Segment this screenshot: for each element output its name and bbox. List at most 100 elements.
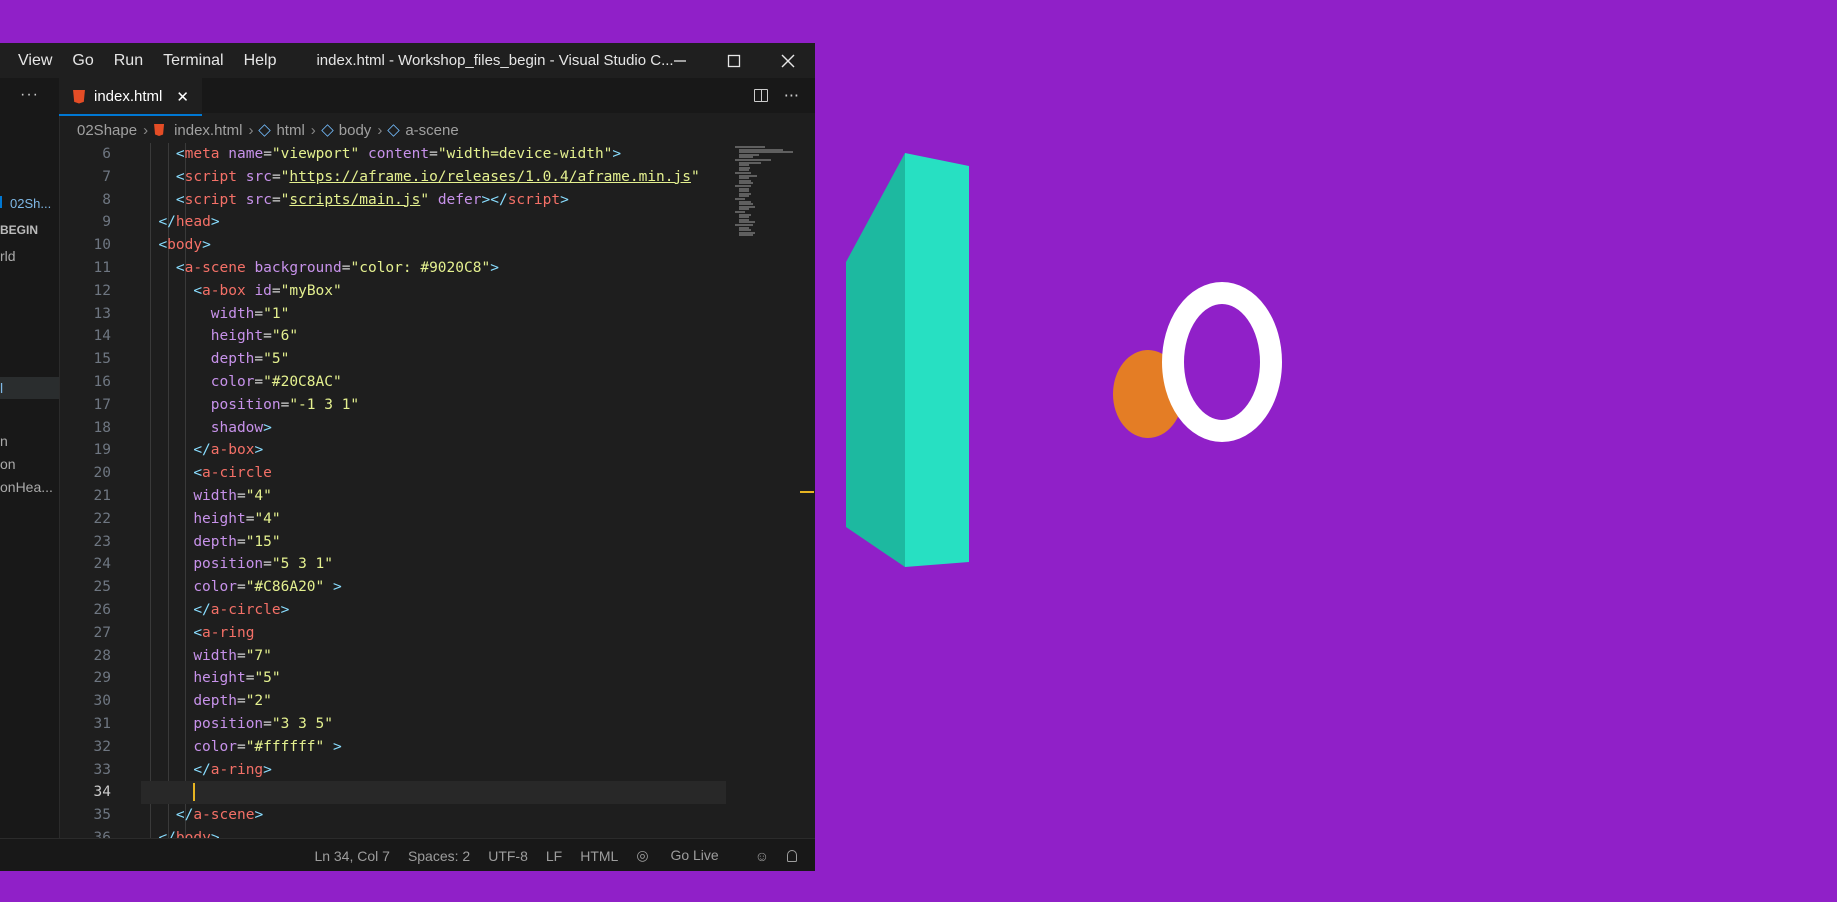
breadcrumb-item[interactable]: html [276, 122, 304, 139]
status-eol[interactable]: LF [546, 848, 562, 864]
code-line[interactable]: 25 color="#C86A20" > [59, 576, 726, 599]
line-number: 11 [93, 260, 111, 276]
minimap[interactable] [733, 146, 799, 266]
line-number: 31 [93, 716, 111, 732]
title-bar: View Go Run Terminal Help index.html - Works… [0, 43, 815, 78]
line-code: position="-1 3 1" [141, 394, 726, 417]
sidebar-item-workspace[interactable]: BEGIN [0, 223, 38, 237]
notifications-bell-icon[interactable] [787, 849, 797, 862]
line-code: </head> [141, 211, 726, 234]
close-icon [781, 54, 795, 67]
code-token: "4" [245, 488, 272, 504]
breadcrumb-item[interactable]: 02Shape [77, 122, 137, 139]
menu-item-view[interactable]: View [0, 52, 62, 70]
status-encoding[interactable]: UTF-8 [488, 848, 528, 864]
code-line[interactable]: 34 [59, 781, 726, 805]
breadcrumb-item[interactable]: a-scene [405, 122, 458, 139]
code-token: > [333, 579, 342, 596]
code-token: shadow [210, 419, 264, 436]
code-line[interactable]: 20 <a-circle [59, 462, 726, 485]
code-token: = [263, 328, 272, 345]
minimize-button[interactable] [653, 43, 707, 78]
code-line[interactable]: 12 <a-box id="myBox" [59, 280, 726, 303]
code-line[interactable]: 10 <body> [59, 234, 726, 257]
code-line[interactable]: 7 <script src= "https://aframe.io/releases… [59, 166, 726, 189]
menu-item-run[interactable]: Run [104, 52, 153, 70]
code-line[interactable]: 33 </a-ring> [59, 759, 726, 782]
line-number: 10 [93, 237, 111, 254]
line-code: height="6" [141, 325, 726, 348]
sidebar-item-file[interactable]: rld [0, 248, 16, 264]
code-line[interactable]: 8 <script src="scripts/main.js" defer></s… [59, 189, 726, 212]
code-token: id [254, 282, 272, 299]
code-line[interactable]: 6 <meta name="viewport" content="width=de… [59, 143, 726, 166]
html5-icon [73, 89, 85, 104]
code-line[interactable]: 29 height="5" [59, 667, 726, 690]
code-line[interactable]: 14 height="6" [59, 325, 726, 348]
line-code: height="4" [141, 508, 726, 531]
line-number: 33 [93, 761, 111, 778]
line-code: <script src= "https://aframe.io/releases/… [141, 166, 726, 189]
menu-item-go[interactable]: Go [62, 52, 103, 70]
feedback-icon[interactable]: ☺ [755, 848, 769, 864]
code-token: "4" [254, 510, 281, 527]
status-language[interactable]: HTML [580, 848, 618, 864]
sidebar-item-folder[interactable]: 02Sh... [0, 195, 59, 211]
code-token: scripts/main.js [289, 191, 421, 208]
code-line[interactable]: 30 depth="2" [59, 690, 726, 713]
code-token: script [184, 168, 237, 185]
split-editor-icon[interactable] [753, 89, 768, 102]
code-line[interactable]: 13 width="1" [59, 303, 726, 326]
line-code: width="4" [141, 485, 726, 508]
status-indentation[interactable]: Spaces: 2 [408, 848, 470, 864]
code-line[interactable]: 21 width="4" [59, 485, 726, 508]
menu-item-terminal[interactable]: Terminal [153, 52, 233, 70]
code-line[interactable]: 32 color="#ffffff" > [59, 736, 726, 759]
maximize-button[interactable] [707, 43, 761, 78]
code-line[interactable]: 24 position="5 3 1" [59, 553, 726, 576]
code-token: "#20C8AC" [263, 374, 342, 390]
sidebar-item-file[interactable]: onHea... [0, 479, 53, 495]
tab-index-html[interactable]: index.html ✕ [59, 78, 202, 116]
menu-item-help[interactable]: Help [234, 52, 287, 70]
line-number: 24 [93, 556, 111, 573]
code-line[interactable]: 9 </head> [59, 211, 726, 234]
code-line[interactable]: 28 width="7" [59, 645, 726, 668]
sidebar-item-file-selected[interactable]: l [0, 377, 59, 399]
code-token: a-box [210, 442, 255, 459]
code-line[interactable]: 35 </a-scene> [59, 804, 726, 827]
code-token: ></ [481, 191, 508, 208]
code-line[interactable]: 23 depth="15" [59, 531, 726, 554]
sidebar-item-file[interactable]: on [0, 456, 16, 472]
code-line[interactable]: 16 color="#20C8AC" [59, 371, 726, 394]
more-actions-button[interactable]: ··· [784, 86, 799, 105]
breadcrumb-item[interactable]: index.html [174, 122, 242, 139]
line-code: width="1" [141, 303, 726, 326]
code-line[interactable]: 18 shadow> [59, 417, 726, 440]
line-number: 34 [93, 784, 111, 801]
symbol-element-icon [258, 123, 272, 137]
line-code: <a-box id="myBox" [141, 280, 726, 303]
code-line[interactable]: 11 <a-scene background="color: #9020C8"> [59, 257, 726, 280]
code-line[interactable]: 22 height="4" [59, 508, 726, 531]
close-window-button[interactable] [761, 43, 815, 78]
code-line[interactable]: 31 position="3 3 5" [59, 713, 726, 736]
sidebar-item-file[interactable]: n [0, 433, 8, 449]
code-token: = [236, 693, 246, 710]
code-line[interactable]: 36 </body> [59, 827, 726, 838]
status-cursor-position[interactable]: Ln 34, Col 7 [314, 848, 390, 864]
sidebar-more-button[interactable]: ··· [20, 86, 39, 104]
code-line[interactable]: 19 </a-box> [59, 439, 726, 462]
code-line[interactable]: 15 depth="5" [59, 348, 726, 371]
tab-close-icon[interactable]: ✕ [176, 88, 189, 106]
code-line[interactable]: 27 <a-ring [59, 622, 726, 645]
status-go-live[interactable]: ◎ Go Live [636, 847, 736, 864]
code-editor[interactable]: 6 <meta name="viewport" content="width=de… [59, 143, 726, 838]
tab-bar: index.html ✕ ··· [59, 78, 815, 116]
code-line[interactable]: 17 position="-1 3 1" [59, 394, 726, 417]
code-line[interactable]: 26 </a-circle> [59, 599, 726, 622]
code-token: "5" [263, 351, 290, 368]
breadcrumb-item[interactable]: body [339, 122, 372, 139]
line-number: 32 [93, 738, 111, 755]
